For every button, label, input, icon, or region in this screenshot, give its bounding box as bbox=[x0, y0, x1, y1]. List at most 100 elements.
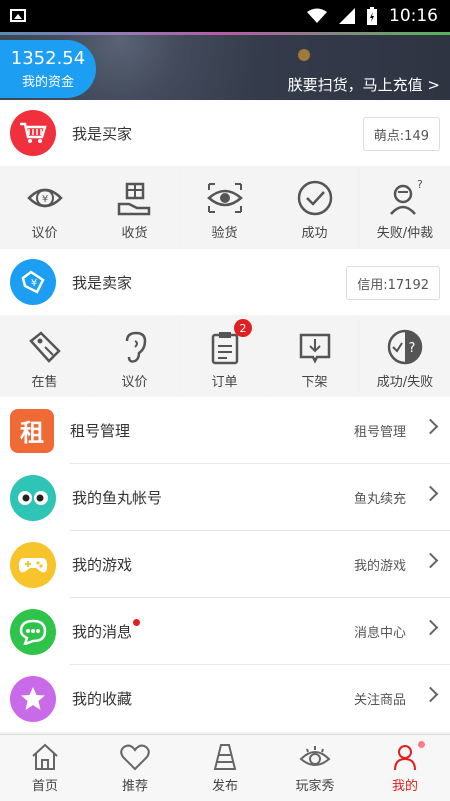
buyer-action-label: 成功 bbox=[301, 226, 328, 241]
tab-mine[interactable]: 我的 bbox=[360, 735, 450, 801]
recharge-link[interactable]: 朕要扫货，马上充值 > bbox=[288, 74, 440, 95]
seller-action-label: 下架 bbox=[301, 375, 328, 390]
seller-action-label: 在售 bbox=[31, 375, 58, 390]
price-tag-icon: ¥ bbox=[10, 259, 56, 305]
tab-player-show[interactable]: 玩家秀 bbox=[270, 735, 360, 801]
seller-action-label: 议价 bbox=[121, 375, 148, 390]
menu-list: 租 租号管理 租号管理 我的鱼丸帐号 鱼丸续充 我的游戏 我的游戏 我的消息 消… bbox=[0, 397, 450, 732]
menu-item-games[interactable]: 我的游戏 我的游戏 bbox=[0, 531, 450, 598]
success-icon bbox=[297, 180, 332, 216]
fishball-icon bbox=[10, 474, 56, 521]
buyer-action-label: 失败/仲裁 bbox=[376, 226, 434, 241]
menu-item-title: 我的消息 bbox=[72, 619, 141, 642]
chevron-right-icon bbox=[422, 552, 439, 569]
planet-decoration bbox=[298, 49, 310, 61]
bottom-tab-bar: 首页 推荐 发布 玩家秀 我的 bbox=[0, 734, 450, 801]
home-icon bbox=[32, 743, 58, 770]
status-bar: 10:16 bbox=[0, 0, 450, 32]
buyer-row[interactable]: 我是买家 萌点:149 bbox=[0, 100, 450, 166]
tab-publish[interactable]: 发布 bbox=[180, 735, 270, 801]
seller-action-order[interactable]: 2 订单 bbox=[180, 315, 269, 397]
heart-icon bbox=[120, 744, 150, 771]
chevron-right-icon bbox=[422, 418, 439, 435]
seller-action-label: 成功/失败 bbox=[376, 375, 434, 390]
status-time: 10:16 bbox=[389, 6, 438, 26]
buyer-action-label: 验货 bbox=[211, 226, 238, 241]
balance-badge[interactable]: 1352.54 我的资金 bbox=[0, 40, 96, 98]
receive-goods-icon bbox=[117, 182, 150, 216]
tab-label: 推荐 bbox=[121, 779, 148, 794]
seller-action-bargain[interactable]: 议价 bbox=[90, 315, 179, 397]
menu-item-fishball[interactable]: 我的鱼丸帐号 鱼丸续充 bbox=[0, 464, 450, 531]
buyer-title: 我是买家 bbox=[72, 124, 133, 143]
svg-text:¥: ¥ bbox=[41, 194, 47, 205]
success-fail-icon: ? bbox=[387, 329, 423, 365]
menu-item-messages[interactable]: 我的消息 消息中心 bbox=[0, 598, 450, 665]
menu-item-subtitle: 我的游戏 bbox=[353, 559, 406, 574]
buyer-action-label: 议价 bbox=[31, 226, 58, 241]
bargain-icon: ¥ bbox=[26, 188, 63, 208]
buyer-action-inspect[interactable]: 验货 bbox=[180, 166, 269, 248]
svg-text:?: ? bbox=[417, 178, 423, 191]
rent-icon: 租 bbox=[10, 408, 54, 453]
bargain-ear-icon bbox=[125, 331, 146, 363]
tab-label: 我的 bbox=[391, 779, 418, 794]
tab-recommend[interactable]: 推荐 bbox=[90, 735, 180, 801]
eye-icon bbox=[299, 746, 331, 766]
chevron-right-icon bbox=[422, 686, 439, 703]
take-down-icon bbox=[299, 333, 330, 364]
menu-item-subtitle: 租号管理 bbox=[353, 425, 406, 440]
on-sale-icon bbox=[28, 331, 61, 363]
svg-text:¥: ¥ bbox=[31, 278, 37, 289]
buyer-action-success[interactable]: 成功 bbox=[270, 166, 359, 248]
seller-title: 我是卖家 bbox=[72, 273, 133, 292]
user-icon bbox=[394, 745, 416, 771]
tab-label: 首页 bbox=[31, 779, 58, 794]
menu-item-title: 租号管理 bbox=[70, 422, 131, 440]
message-icon bbox=[10, 608, 56, 655]
seller-action-success-fail[interactable]: ? 成功/失败 bbox=[360, 315, 450, 397]
signal-icon bbox=[339, 8, 355, 24]
menu-item-favorites[interactable]: 我的收藏 关注商品 bbox=[0, 665, 450, 732]
seller-action-on-sale[interactable]: 在售 bbox=[0, 315, 89, 397]
menu-item-rent[interactable]: 租 租号管理 租号管理 bbox=[0, 397, 450, 464]
svg-text:?: ? bbox=[409, 341, 416, 356]
seller-action-label: 订单 bbox=[211, 375, 238, 390]
tab-label: 发布 bbox=[211, 779, 238, 794]
seller-row[interactable]: ¥ 我是卖家 信用:17192 bbox=[0, 249, 450, 315]
wallet-banner: 1352.54 我的资金 朕要扫货，马上充值 > bbox=[0, 32, 450, 100]
star-icon bbox=[10, 675, 56, 722]
buyer-action-bargain[interactable]: ¥ 议价 bbox=[0, 166, 89, 248]
seller-action-take-down[interactable]: 下架 bbox=[270, 315, 359, 397]
seller-actions: 在售 议价 2 订单 下架 ? 成功/失败 bbox=[0, 315, 450, 397]
banner-stripe bbox=[0, 32, 450, 35]
unread-dot bbox=[133, 619, 141, 626]
arbitration-icon: ? bbox=[390, 178, 423, 215]
menu-item-title: 我的游戏 bbox=[72, 556, 133, 574]
tab-notification-dot bbox=[418, 741, 425, 748]
inspect-icon bbox=[206, 183, 243, 213]
balance-amount: 1352.54 bbox=[10, 48, 86, 69]
gamepad-icon bbox=[10, 541, 56, 588]
menu-item-subtitle: 关注商品 bbox=[353, 693, 406, 708]
balance-label: 我的资金 bbox=[21, 75, 74, 90]
publish-icon bbox=[213, 744, 237, 770]
image-notification-icon bbox=[10, 9, 26, 22]
tab-home[interactable]: 首页 bbox=[0, 735, 90, 801]
buyer-action-label: 收货 bbox=[121, 226, 148, 241]
cart-icon bbox=[10, 110, 56, 156]
menu-item-subtitle: 鱼丸续充 bbox=[353, 492, 406, 507]
chevron-right-icon bbox=[422, 619, 439, 636]
battery-icon bbox=[367, 7, 377, 25]
wifi-icon bbox=[307, 8, 327, 23]
menu-item-subtitle: 消息中心 bbox=[353, 626, 406, 641]
menu-item-title: 我的收藏 bbox=[72, 690, 133, 708]
order-count-badge: 2 bbox=[234, 319, 252, 337]
buyer-action-arbitration[interactable]: ? 失败/仲裁 bbox=[360, 166, 450, 248]
chevron-right-icon bbox=[422, 485, 439, 502]
seller-credit-badge[interactable]: 信用:17192 bbox=[346, 266, 440, 300]
buyer-action-receive[interactable]: 收货 bbox=[90, 166, 179, 248]
buyer-points-badge[interactable]: 萌点:149 bbox=[362, 117, 440, 151]
tab-label: 玩家秀 bbox=[295, 779, 335, 794]
menu-item-title: 我的鱼丸帐号 bbox=[72, 489, 163, 507]
